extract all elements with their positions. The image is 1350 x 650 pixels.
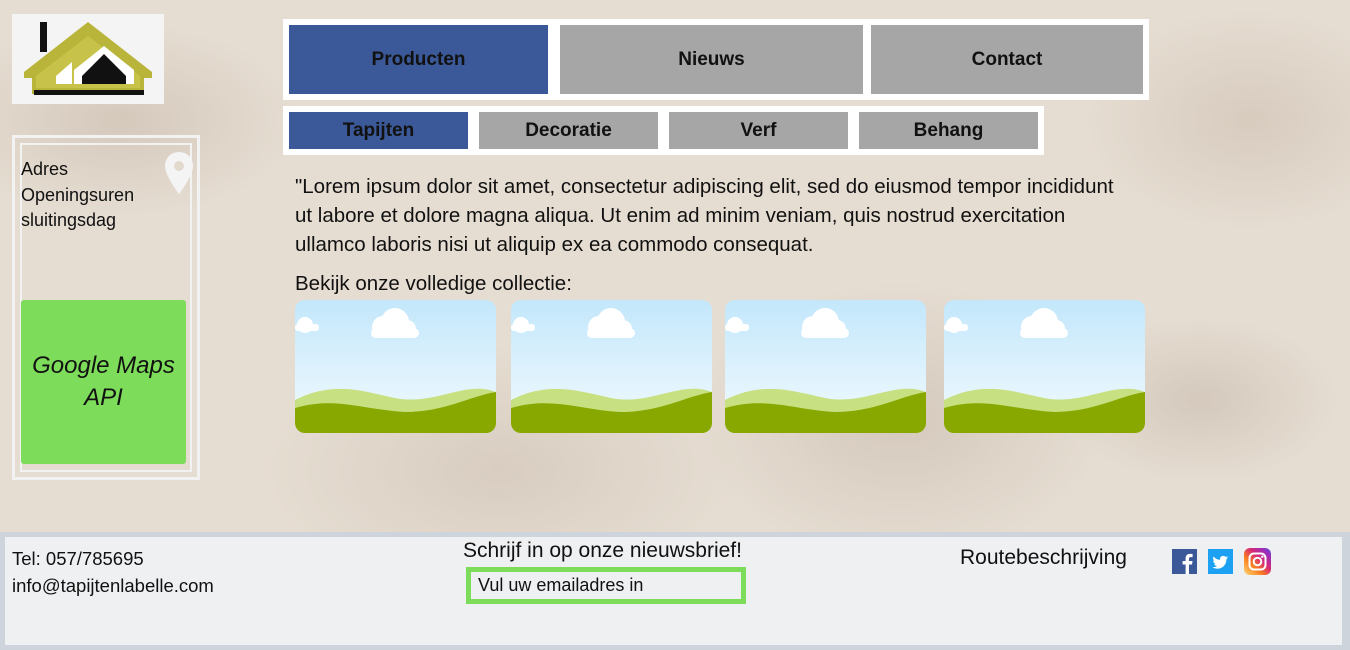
maps-label-line2: API (84, 384, 123, 411)
subtab-tapijten[interactable]: Tapijten (289, 112, 468, 149)
footer-email[interactable]: info@tapijtenlabelle.com (12, 573, 214, 600)
footer-contact: Tel: 057/785695 info@tapijtenlabelle.com (12, 546, 214, 599)
instagram-icon[interactable] (1244, 548, 1271, 575)
collection-thumbnail-2[interactable] (511, 300, 712, 433)
facebook-icon[interactable] (1172, 549, 1197, 574)
subtab-verf[interactable]: Verf (669, 112, 848, 149)
location-pin-icon[interactable] (163, 150, 195, 201)
sub-nav: Tapijten Decoratie Verf Behang (283, 106, 1044, 155)
route-link[interactable]: Routebeschrijving (960, 546, 1127, 570)
tab-nieuws[interactable]: Nieuws (560, 25, 863, 94)
image-placeholder-icon (944, 300, 1145, 433)
main-nav: Producten Nieuws Contact (283, 19, 1149, 100)
newsletter-email-field (466, 567, 746, 604)
newsletter-email-input[interactable] (471, 572, 741, 599)
image-placeholder-icon (295, 300, 496, 433)
image-placeholder-icon (511, 300, 712, 433)
site-logo[interactable] (12, 14, 164, 104)
tab-producten[interactable]: Producten (289, 25, 548, 94)
collection-thumbnail-4[interactable] (944, 300, 1145, 433)
info-address: Adres (21, 159, 69, 179)
collection-label: Bekijk onze volledige collectie: (295, 272, 572, 295)
intro-text: "Lorem ipsum dolor sit amet, consectetur… (295, 175, 1114, 256)
subtab-decoratie[interactable]: Decoratie (479, 112, 658, 149)
twitter-icon[interactable] (1208, 549, 1233, 574)
collection-thumbnail-3[interactable] (725, 300, 926, 433)
image-placeholder-icon (725, 300, 926, 433)
footer-phone[interactable]: Tel: 057/785695 (12, 546, 214, 573)
info-text: Adres Openingsuren sluitingsdag (21, 157, 134, 234)
subtab-behang[interactable]: Behang (859, 112, 1038, 149)
collection-thumbnail-1[interactable] (295, 300, 496, 433)
google-maps-placeholder[interactable]: Google Maps API (21, 300, 186, 464)
tab-contact[interactable]: Contact (871, 25, 1143, 94)
info-closing-day: sluitingsdag (21, 210, 117, 230)
house-logo-icon (12, 14, 164, 104)
maps-label-line1: Google Maps (32, 352, 175, 379)
info-opening-hours: Openingsuren (21, 184, 135, 205)
newsletter-title: Schrijf in op onze nieuwsbrief! (463, 539, 742, 562)
